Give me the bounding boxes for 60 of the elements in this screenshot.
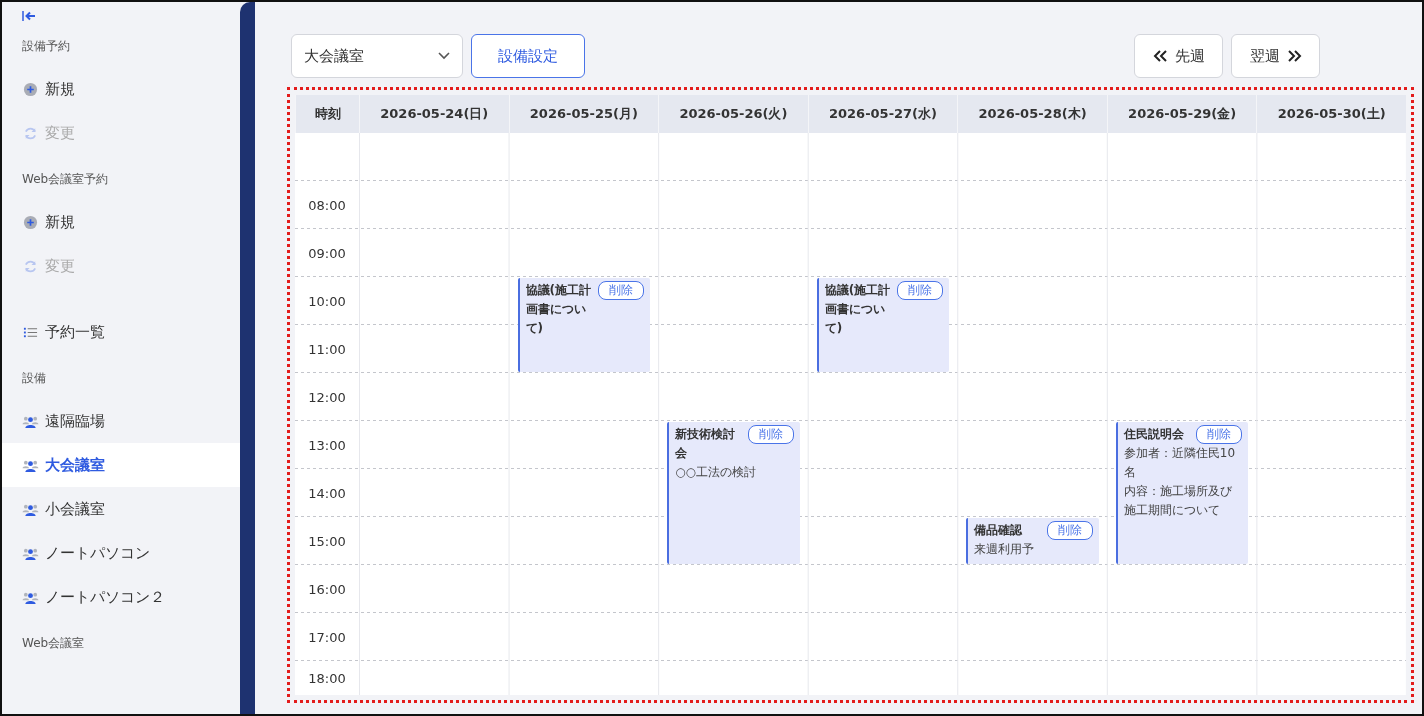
section-heading: 設備予約 [21,38,71,55]
delete-button[interactable]: 削除 [747,425,794,444]
time-label: 08:00 [307,196,347,215]
column-header: 2026-05-26(火) [658,95,808,133]
sidebar-item[interactable]: ノートパソコン [2,531,240,575]
column-header: 2026-05-28(木) [957,95,1107,133]
event-title: 新技術検討会 [675,426,737,462]
time-label: 17:00 [307,628,347,647]
sidebar-item[interactable]: 小会議室 [2,487,240,531]
time-label: 18:00 [307,669,347,688]
sidebar-item[interactable]: 大会議室 [2,443,240,487]
event-card[interactable]: 協議(施工計画書について) 削除 [816,278,950,372]
column-header: 2026-05-29(金) [1106,95,1257,133]
event-card[interactable]: 備品確認 削除 来週利用予 [966,518,1099,564]
time-label: 10:00 [307,292,347,311]
collapse-icon[interactable] [22,10,36,22]
next-week-button[interactable]: 翌週 [1231,34,1320,78]
time-label: 13:00 [307,436,347,455]
event-description: 内容：施工場所及び施工期間について [1123,483,1233,519]
event-description: ○○工法の検討 [675,464,758,481]
sidebar-item[interactable]: 新規 [2,67,240,111]
delete-button[interactable]: 削除 [897,281,944,300]
column-header: 2026-05-24(日) [359,95,509,133]
section-heading: Web会議室 [21,635,86,652]
sidebar-item[interactable]: 新規 [2,200,240,244]
section-heading: 設備 [21,370,47,387]
sidebar-item[interactable]: ノートパソコン２ [2,575,240,619]
double-chevron-left-icon [1152,50,1167,62]
previous-week-button[interactable]: 先週 [1134,34,1223,78]
time-label: 11:00 [307,340,347,359]
section-heading: Web会議室予約 [21,171,110,188]
event-card[interactable]: 協議(施工計画書について) 削除 [517,278,651,372]
event-card[interactable]: 住民説明会 削除 参加者：近隣住民10名 内容：施工場所及び施工期間について [1115,422,1249,564]
event-title: 協議(施工計画書について) [824,282,892,337]
column-header: 時刻 [295,95,359,133]
event-title: 備品確認 [974,522,1024,539]
plus-icon [22,214,39,230]
column-header: 2026-05-27(水) [807,95,958,133]
event-description: 来週利用予 [974,541,1036,558]
facility-settings-button[interactable]: 設備設定 [471,34,585,78]
event-title: 協議(施工計画書について) [525,282,593,337]
time-label: 14:00 [307,484,347,503]
event-card[interactable]: 新技術検討会 削除 ○○工法の検討 [667,422,800,564]
time-label: 12:00 [307,388,347,407]
time-label: 16:00 [307,580,347,599]
event-description: 参加者：近隣住民10名 [1123,445,1237,481]
time-label: 09:00 [307,244,347,263]
event-title: 住民説明会 [1123,426,1185,443]
sidebar-item[interactable]: 遠隔臨場 [2,399,240,443]
time-label: 15:00 [307,532,347,551]
column-header: 2026-05-25(月) [508,95,659,133]
chevron-down-icon [438,52,450,60]
plus-icon [22,81,39,97]
facility-select[interactable]: 大会議室 [291,34,463,78]
delete-button[interactable]: 削除 [1196,425,1243,444]
delete-button[interactable]: 削除 [1046,521,1093,540]
delete-button[interactable]: 削除 [598,281,645,300]
double-chevron-right-icon [1287,50,1302,62]
column-header: 2026-05-30(土) [1256,95,1406,133]
sidebar-item[interactable]: 予約一覧 [2,310,240,354]
